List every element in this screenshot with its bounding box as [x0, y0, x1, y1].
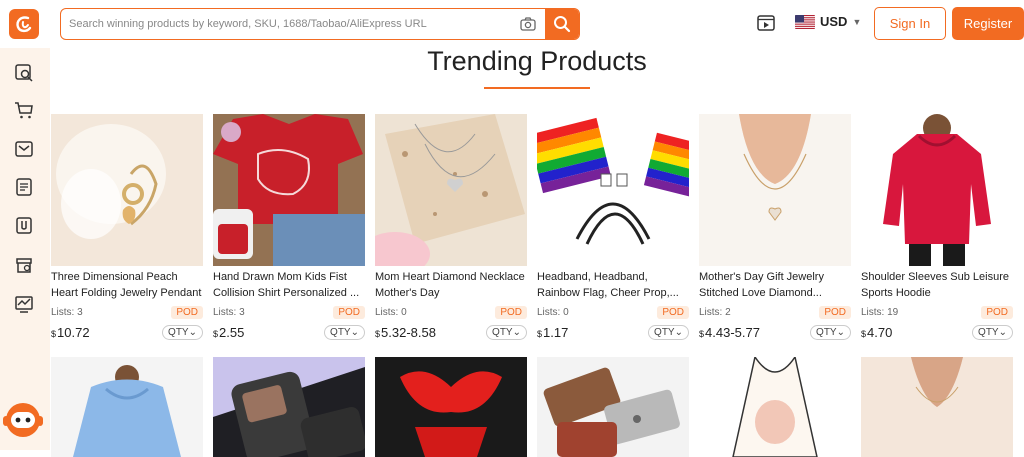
- qty-selector[interactable]: QTY⌄: [810, 325, 851, 340]
- product-lists-count: Lists: 2: [699, 306, 731, 318]
- camera-icon[interactable]: [515, 11, 541, 37]
- chevron-down-icon: ⌄: [674, 327, 683, 338]
- price-value: 5.32-8.58: [381, 325, 436, 340]
- product-card[interactable]: Hand Drawn Mom Kids Fist Collision Shirt…: [213, 114, 365, 340]
- us-flag-icon: [795, 14, 815, 29]
- chevron-down-icon: ▼: [852, 16, 862, 27]
- qty-label: QTY: [816, 327, 837, 338]
- price-value: 4.43-5.77: [705, 325, 760, 340]
- qty-label: QTY: [330, 327, 351, 338]
- product-price: $1.17: [537, 325, 568, 340]
- chevron-down-icon: ⌄: [836, 327, 845, 338]
- orders-icon[interactable]: [13, 176, 35, 198]
- title-underline: [484, 87, 590, 89]
- search-bar: [60, 8, 580, 40]
- price-value: 4.70: [867, 325, 893, 340]
- currency-symbol: $: [537, 329, 543, 339]
- page-title: Trending Products: [427, 46, 647, 76]
- currency-symbol: $: [375, 329, 381, 339]
- product-image[interactable]: [51, 114, 203, 266]
- product-price: $4.70: [861, 325, 892, 340]
- product-card[interactable]: Mom Heart Diamond Necklace Mother's Day …: [375, 114, 527, 340]
- price-value: 1.17: [543, 325, 569, 340]
- product-lists-count: Lists: 3: [213, 306, 245, 318]
- currency-label: USD: [820, 14, 848, 29]
- chevron-down-icon: ⌄: [188, 327, 197, 338]
- product-lists-count: Lists: 0: [537, 306, 569, 318]
- pod-badge: POD: [819, 305, 851, 319]
- qty-label: QTY: [654, 327, 675, 338]
- pod-badge: POD: [333, 305, 365, 319]
- pod-badge: POD: [981, 305, 1013, 319]
- pod-badge: POD: [171, 305, 203, 319]
- product-name[interactable]: Mom Heart Diamond Necklace Mother's Day: [375, 269, 527, 301]
- search-input[interactable]: [61, 9, 515, 39]
- video-tutorial-icon[interactable]: [757, 14, 775, 37]
- support-bot-icon[interactable]: [0, 396, 46, 442]
- pod-badge: POD: [495, 305, 527, 319]
- left-sidebar: [0, 48, 50, 450]
- product-card[interactable]: Shoulder Sleeves Sub Leisure Sports Hood…: [861, 114, 1013, 340]
- product-price: $10.72: [51, 325, 90, 340]
- price-value: 2.55: [219, 325, 245, 340]
- product-image[interactable]: [537, 357, 689, 457]
- product-lists-count: Lists: 0: [375, 306, 407, 318]
- top-header: USD ▼ Sign In Register: [0, 0, 1024, 48]
- product-price: $2.55: [213, 325, 244, 340]
- product-card[interactable]: Headband, Headband, Rainbow Flag, Cheer …: [537, 114, 689, 340]
- currency-symbol: $: [861, 329, 867, 339]
- product-price: $5.32-8.58: [375, 325, 436, 340]
- product-image[interactable]: [699, 114, 851, 266]
- product-image[interactable]: [861, 357, 1013, 457]
- product-card[interactable]: Three Dimensional Peach Heart Folding Je…: [51, 114, 203, 340]
- pod-badge: POD: [657, 305, 689, 319]
- product-image[interactable]: [537, 114, 689, 266]
- search-icon: [554, 16, 571, 33]
- qty-selector[interactable]: QTY⌄: [972, 325, 1013, 340]
- product-card[interactable]: Mother's Day Gift Jewelry Stitched Love …: [699, 114, 851, 340]
- qty-label: QTY: [492, 327, 513, 338]
- logo-icon[interactable]: [9, 9, 39, 39]
- product-name[interactable]: Mother's Day Gift Jewelry Stitched Love …: [699, 269, 851, 301]
- search-button[interactable]: [545, 9, 579, 39]
- price-value: 10.72: [57, 325, 90, 340]
- product-lists-count: Lists: 3: [51, 306, 83, 318]
- inbox-icon[interactable]: [13, 138, 35, 160]
- product-name[interactable]: Headband, Headband, Rainbow Flag, Cheer …: [537, 269, 689, 301]
- currency-selector[interactable]: USD ▼: [795, 14, 861, 29]
- product-price: $4.43-5.77: [699, 325, 760, 340]
- qty-selector[interactable]: QTY⌄: [324, 325, 365, 340]
- clipboard-icon[interactable]: [13, 214, 35, 236]
- qty-selector[interactable]: QTY⌄: [162, 325, 203, 340]
- register-button[interactable]: Register: [952, 7, 1024, 40]
- product-image[interactable]: [213, 114, 365, 266]
- chevron-down-icon: ⌄: [998, 327, 1007, 338]
- product-name[interactable]: Shoulder Sleeves Sub Leisure Sports Hood…: [861, 269, 1013, 301]
- product-lists-count: Lists: 19: [861, 306, 899, 318]
- product-image[interactable]: [213, 357, 365, 457]
- analytics-icon[interactable]: [13, 293, 35, 315]
- product-image[interactable]: [375, 357, 527, 457]
- cart-icon[interactable]: [13, 99, 35, 121]
- qty-label: QTY: [978, 327, 999, 338]
- product-image[interactable]: [51, 357, 203, 457]
- qty-selector[interactable]: QTY⌄: [648, 325, 689, 340]
- chevron-down-icon: ⌄: [350, 327, 359, 338]
- product-image[interactable]: [699, 357, 851, 457]
- product-image[interactable]: [861, 114, 1013, 266]
- sign-in-button[interactable]: Sign In: [874, 7, 946, 40]
- qty-selector[interactable]: QTY⌄: [486, 325, 527, 340]
- product-name[interactable]: Three Dimensional Peach Heart Folding Je…: [51, 269, 203, 301]
- qty-label: QTY: [168, 327, 189, 338]
- currency-symbol: $: [699, 329, 705, 339]
- chevron-down-icon: ⌄: [512, 327, 521, 338]
- product-name[interactable]: Hand Drawn Mom Kids Fist Collision Shirt…: [213, 269, 365, 301]
- currency-symbol: $: [213, 329, 219, 339]
- product-image[interactable]: [375, 114, 527, 266]
- store-settings-icon[interactable]: [13, 254, 35, 276]
- currency-symbol: $: [51, 329, 57, 339]
